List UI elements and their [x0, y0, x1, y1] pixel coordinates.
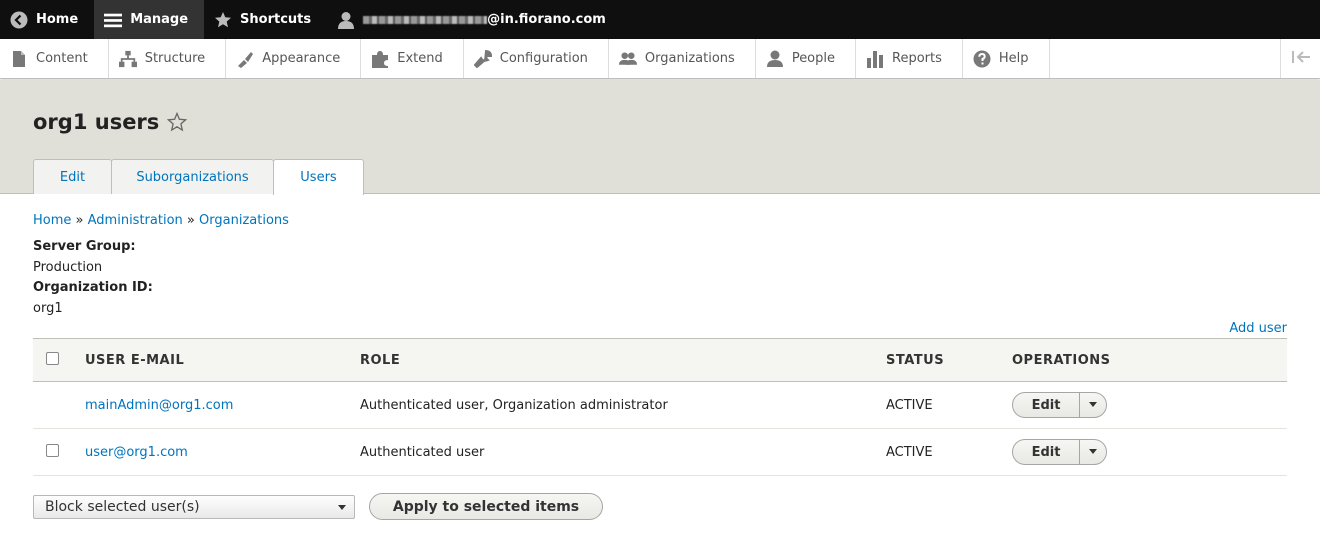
add-user-link[interactable]: Add user: [1229, 321, 1287, 336]
primary-tabs: Edit Suborganizations Users: [33, 159, 364, 195]
tab-edit[interactable]: Edit: [33, 159, 112, 194]
user-role: Authenticated user, Organization adminis…: [360, 381, 886, 429]
redacted-username: [363, 15, 488, 24]
page-icon: [10, 50, 28, 68]
tray-item-label: Appearance: [262, 51, 341, 66]
operations-dropbutton: Edit: [1012, 392, 1107, 418]
server-group-value: Production: [33, 260, 103, 275]
header-status: STATUS: [886, 338, 1012, 382]
breadcrumb-administration[interactable]: Administration: [88, 213, 183, 228]
tab-label: Suborganizations: [136, 169, 249, 185]
row-checkbox[interactable]: [46, 443, 59, 457]
toolbar-manage[interactable]: Manage: [94, 0, 205, 39]
tray-item-label: Reports: [892, 51, 942, 66]
user-email-link[interactable]: mainAdmin@org1.com: [85, 398, 233, 413]
edit-button[interactable]: Edit: [1013, 393, 1080, 417]
collapse-icon: [1291, 50, 1311, 68]
org-id-label: Organization ID:: [33, 280, 153, 295]
tray-item-extend[interactable]: Extend: [361, 39, 464, 78]
tab-suborganizations[interactable]: Suborganizations: [111, 159, 274, 194]
header-role: ROLE: [360, 338, 886, 382]
chevron-down-icon: [1089, 449, 1097, 454]
tray-item-configuration[interactable]: Configuration: [464, 39, 609, 78]
bulk-action-select[interactable]: Block selected user(s): [33, 495, 355, 519]
toolbar-user[interactable]: @in.fiorano.com: [327, 0, 622, 39]
breadcrumb-home[interactable]: Home: [33, 213, 71, 228]
dropbutton-toggle[interactable]: [1080, 440, 1106, 464]
admin-toolbar: Home Manage Shortcuts @in.fiorano.com: [0, 0, 1320, 39]
toolbar-manage-label: Manage: [130, 12, 189, 27]
page-title-wrap: org1 users: [33, 110, 188, 134]
select-arrow-icon: [338, 505, 346, 510]
breadcrumb: Home » Administration » Organizations: [33, 213, 289, 228]
tray-item-structure[interactable]: Structure: [109, 39, 227, 78]
menu-icon: [104, 11, 123, 29]
row-select-cell: [33, 381, 85, 429]
toolbar-home[interactable]: Home: [0, 0, 94, 39]
wrench-icon: [473, 49, 492, 68]
chevron-down-icon: [1089, 402, 1097, 407]
collapse-tray-button[interactable]: [1280, 39, 1320, 78]
people-icon: [618, 50, 637, 68]
star-icon: [214, 11, 232, 29]
shortcut-star-icon[interactable]: [167, 111, 188, 132]
org-id-value: org1: [33, 301, 63, 316]
paintbrush-icon: [236, 50, 254, 68]
tab-label: Edit: [59, 169, 86, 185]
toolbar-shortcuts[interactable]: Shortcuts: [204, 0, 327, 39]
apply-button-label: Apply to selected items: [392, 498, 580, 515]
back-arrow-icon: [10, 11, 28, 29]
tray-item-people[interactable]: People: [756, 39, 857, 78]
tray-item-appearance[interactable]: Appearance: [226, 39, 362, 78]
toolbar-user-email: @in.fiorano.com: [487, 12, 606, 27]
table-header-row: USER E-MAIL ROLE STATUS OPERATIONS: [33, 338, 1287, 382]
puzzle-icon: [371, 50, 389, 68]
user-status: ACTIVE: [886, 381, 1012, 429]
tray-item-label: Organizations: [644, 51, 735, 66]
select-all-checkbox[interactable]: [46, 351, 59, 365]
tray-item-label: Help: [998, 51, 1029, 66]
admin-tray: Content Structure Appearance Extend Conf…: [0, 39, 1320, 79]
tray-item-label: Content: [36, 51, 88, 66]
user-icon: [337, 11, 355, 29]
toolbar-shortcuts-label: Shortcuts: [240, 12, 312, 27]
tray-item-content[interactable]: Content: [0, 39, 109, 78]
user-email-link[interactable]: user@org1.com: [85, 445, 188, 460]
tray-item-help[interactable]: Help: [963, 39, 1050, 78]
edit-button[interactable]: Edit: [1013, 440, 1080, 464]
breadcrumb-separator: »: [186, 213, 195, 228]
bar-chart-icon: [866, 50, 884, 68]
tray-item-label: Structure: [144, 51, 206, 66]
breadcrumb-organizations[interactable]: Organizations: [199, 213, 289, 228]
dropbutton-toggle[interactable]: [1080, 393, 1106, 417]
server-group-label: Server Group:: [33, 239, 136, 254]
tray-item-label: People: [791, 51, 836, 66]
bulk-action-value: Block selected user(s): [45, 499, 200, 515]
breadcrumb-separator: »: [75, 213, 84, 228]
apply-to-selected-button[interactable]: Apply to selected items: [369, 493, 603, 520]
table-row: mainAdmin@org1.com Authenticated user, O…: [33, 381, 1287, 429]
operations-dropbutton: Edit: [1012, 439, 1107, 465]
tray-item-organizations[interactable]: Organizations: [609, 39, 756, 78]
user-status: ACTIVE: [886, 428, 1012, 476]
user-role: Authenticated user: [360, 428, 886, 476]
sitemap-icon: [118, 50, 137, 68]
tray-item-reports[interactable]: Reports: [856, 39, 963, 78]
header-operations: OPERATIONS: [1012, 338, 1287, 382]
tray-item-label: Extend: [397, 51, 443, 66]
page-title: org1 users: [33, 110, 160, 134]
row-select-cell: [33, 428, 85, 476]
person-icon: [766, 50, 784, 68]
select-all-cell: [33, 338, 85, 382]
tray-item-label: Configuration: [499, 51, 588, 66]
table-row: user@org1.com Authenticated user ACTIVE …: [33, 428, 1287, 476]
tab-label: Users: [300, 170, 337, 185]
users-table: USER E-MAIL ROLE STATUS OPERATIONS mainA…: [33, 338, 1287, 476]
tab-users[interactable]: Users: [273, 159, 364, 195]
header-email: USER E-MAIL: [85, 338, 360, 382]
help-icon: [973, 50, 991, 68]
toolbar-home-label: Home: [36, 12, 79, 27]
